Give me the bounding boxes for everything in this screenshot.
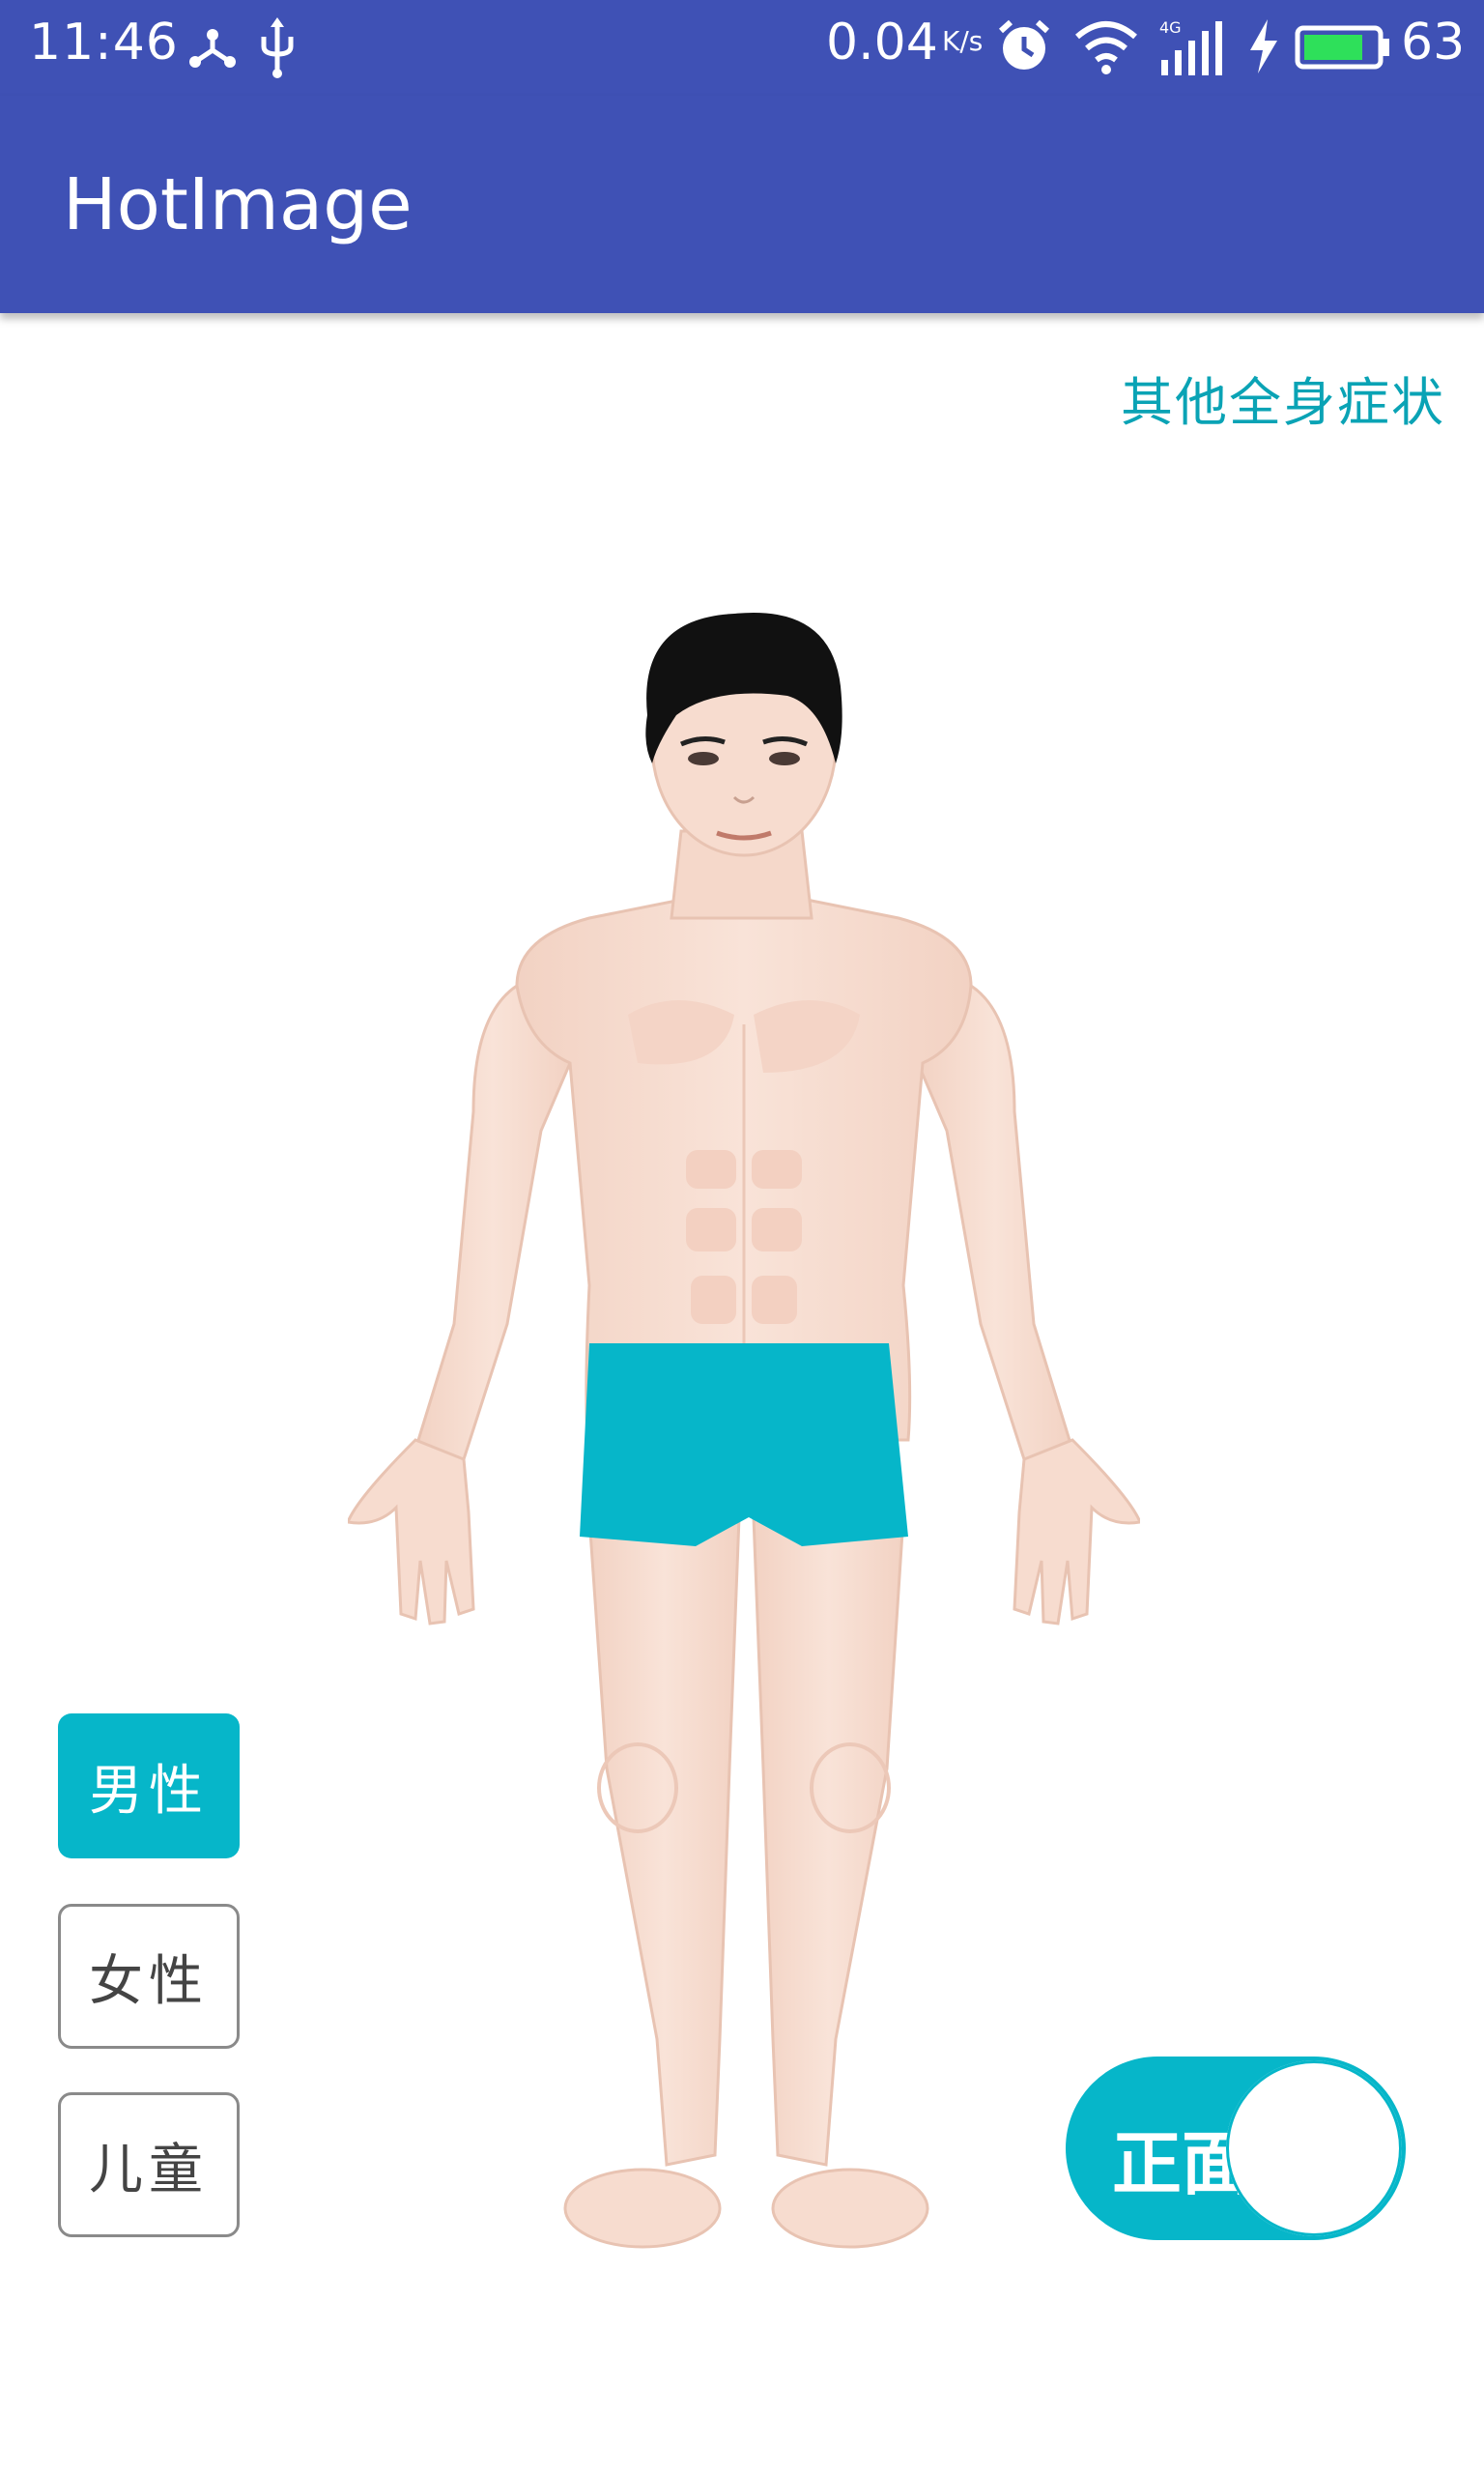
female-button-label: 女性: [89, 1949, 209, 2013]
status-time: 11:46: [29, 14, 179, 72]
charging-icon: [1246, 17, 1281, 79]
app-title: HotImage: [63, 163, 413, 246]
battery-icon: [1295, 25, 1391, 73]
app-bar: HotImage: [0, 96, 1484, 313]
status-bar: 11:46 0.04 K/s 4G 63: [0, 0, 1484, 96]
svg-text:4G: 4G: [1159, 18, 1182, 37]
alarm-icon: [995, 17, 1053, 79]
view-toggle[interactable]: 正面: [1066, 2057, 1406, 2240]
child-button-label: 儿童: [89, 2138, 209, 2201]
legs[interactable]: [563, 1515, 929, 2249]
usb-icon: [256, 17, 299, 83]
other-symptoms-link[interactable]: 其他全身症状: [1121, 360, 1445, 436]
shorts[interactable]: [580, 1343, 908, 1546]
male-button[interactable]: 男性: [58, 1713, 240, 1858]
child-button[interactable]: 儿童: [58, 2092, 240, 2237]
female-button[interactable]: 女性: [58, 1904, 240, 2049]
wifi-icon: [1072, 17, 1140, 79]
usb-tether-icon: [184, 17, 242, 79]
body-figure[interactable]: [345, 609, 1143, 2275]
head[interactable]: [645, 612, 842, 857]
battery-percent: 63: [1401, 14, 1466, 72]
network-speed: 0.04: [826, 14, 938, 72]
male-button-label: 男性: [89, 1759, 209, 1823]
view-toggle-knob[interactable]: [1226, 2060, 1402, 2236]
signal-icon: 4G: [1157, 17, 1235, 83]
network-speed-unit: K/s: [942, 25, 984, 57]
